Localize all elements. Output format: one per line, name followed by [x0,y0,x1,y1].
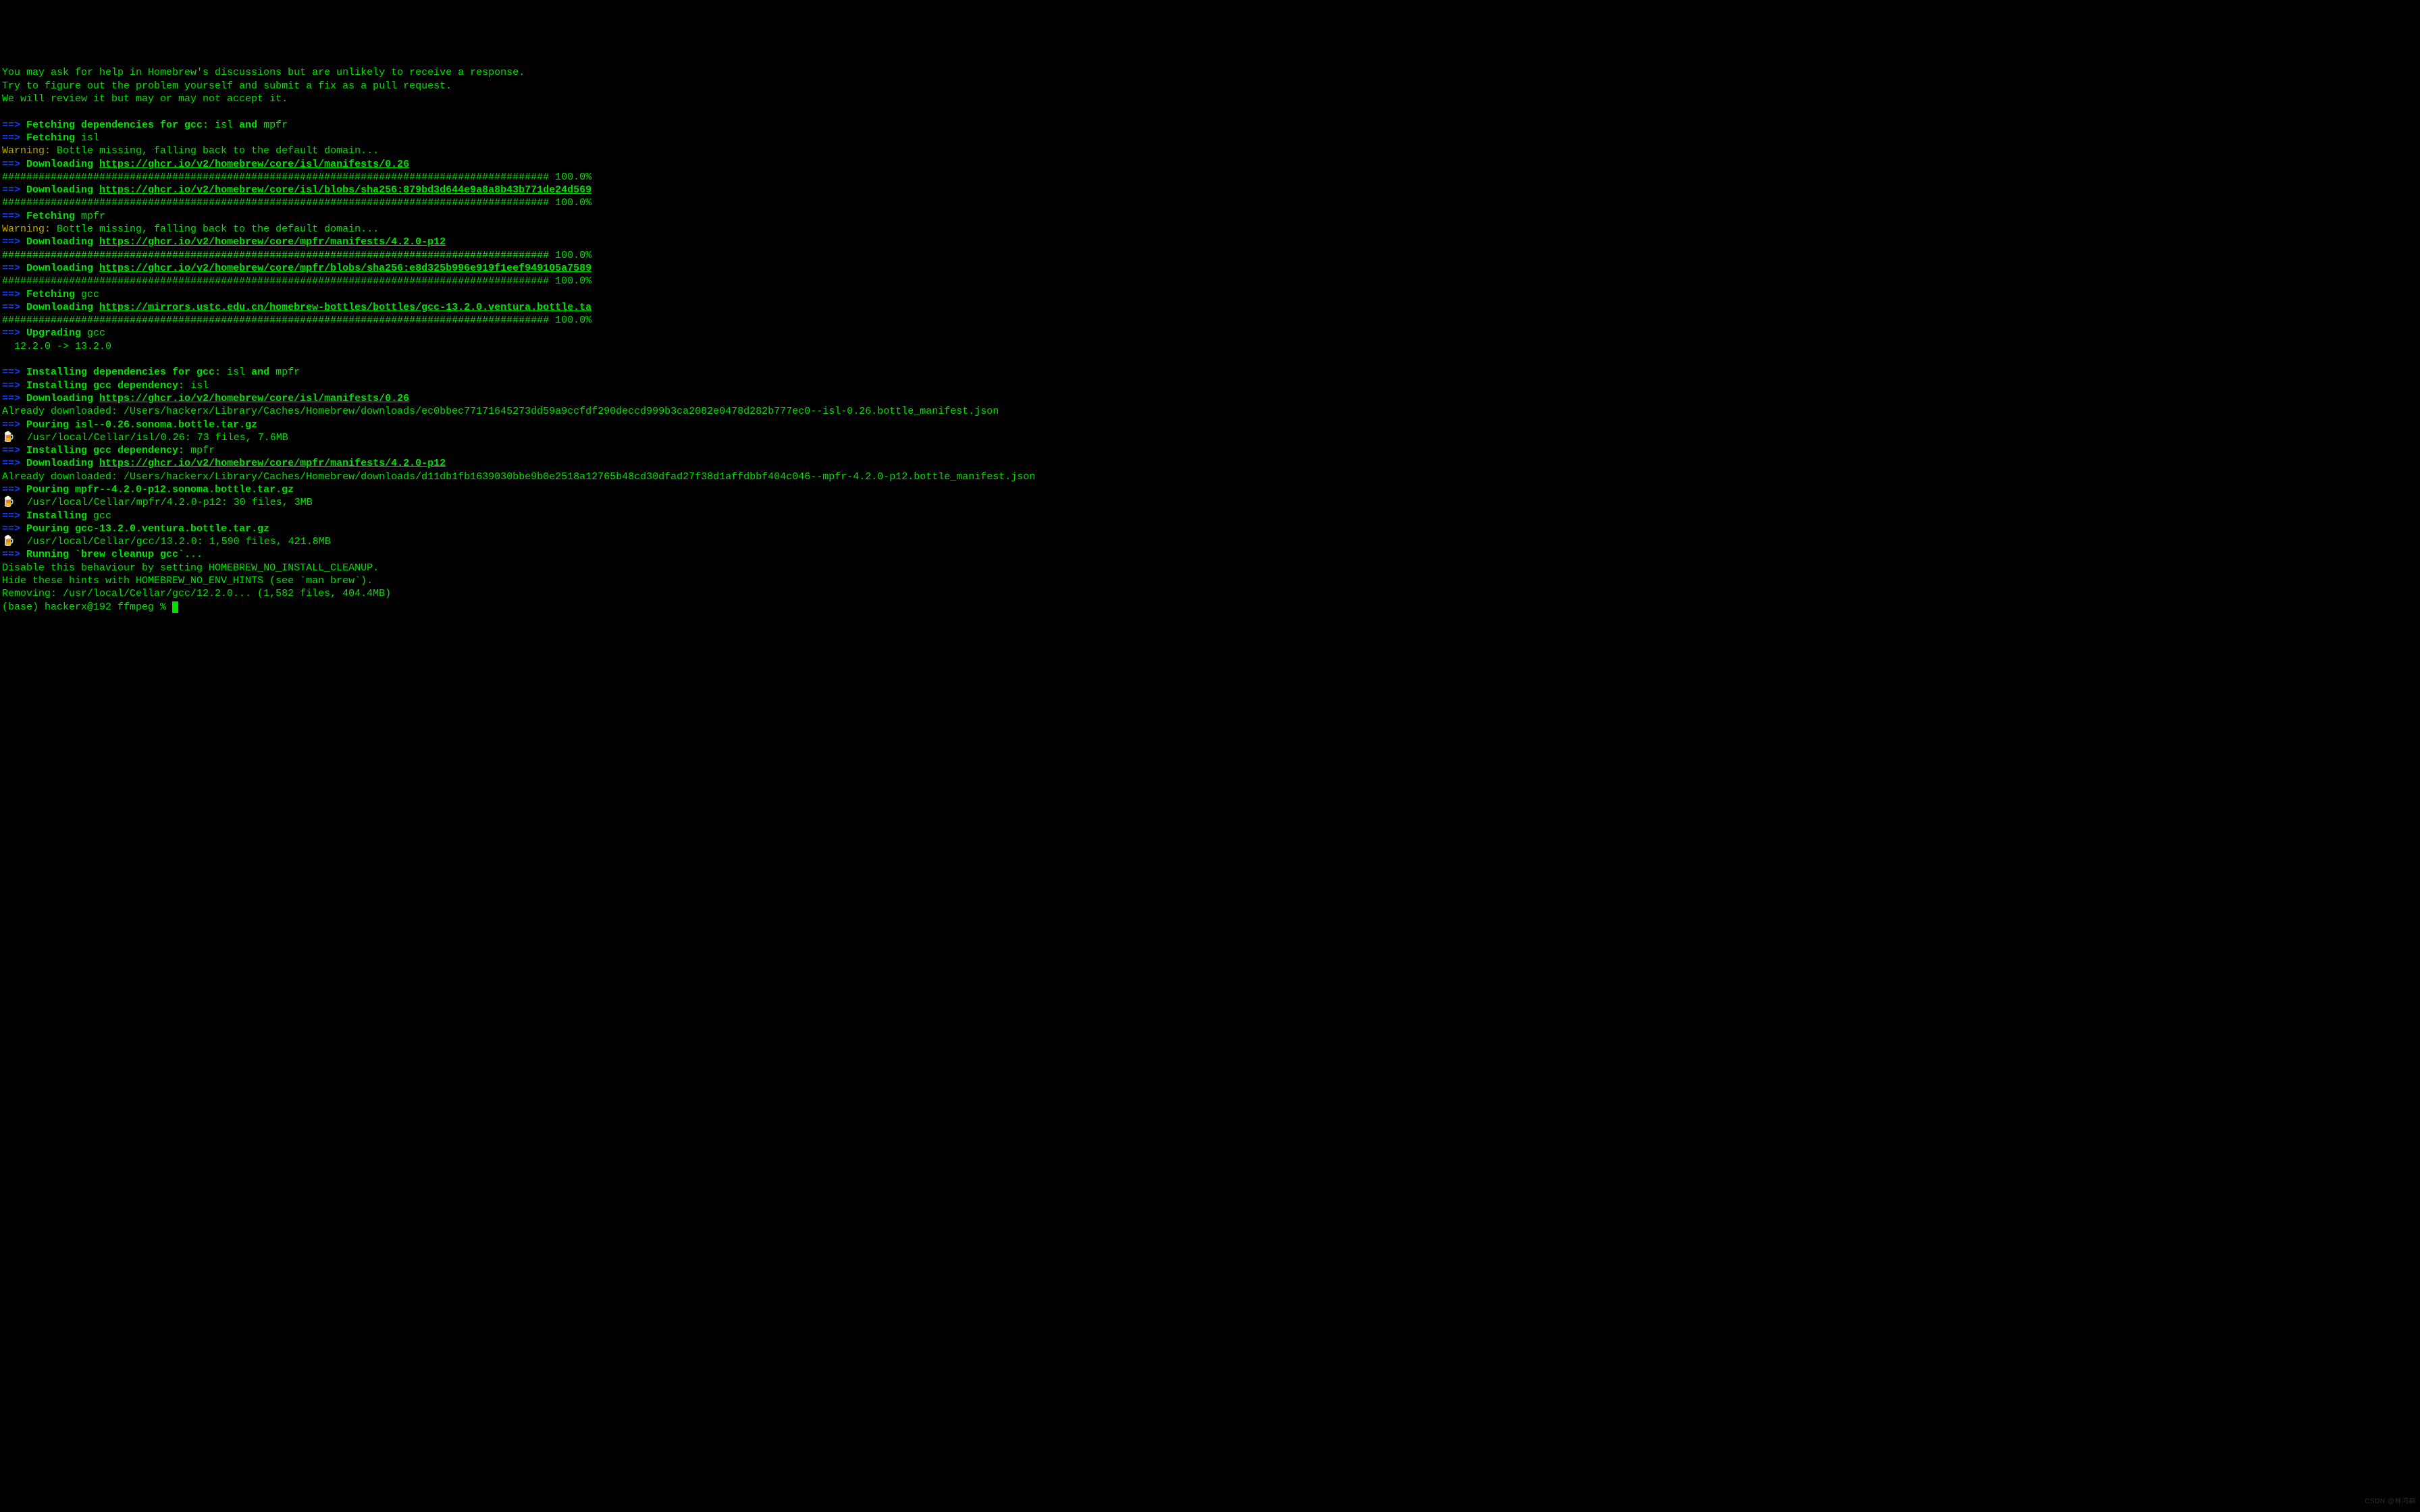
arrow-marker: ==> [2,484,26,495]
beer-icon: 🍺 [2,497,15,508]
arrow-marker: ==> [2,523,26,535]
cellar-info: /usr/local/Cellar/mpfr/4.2.0-p12: 30 fil… [15,497,313,508]
terminal-line: Try to figure out the problem yourself a… [2,80,452,92]
arrow-marker: ==> [2,211,26,222]
terminal-line: Disable this behaviour by setting HOMEBR… [2,562,379,574]
download-url: https://ghcr.io/v2/homebrew/core/isl/blo… [99,184,591,196]
arrow-marker: ==> [2,419,26,431]
dep-name-gcc: gcc [87,327,105,339]
dep-name-mpfr: mpfr [190,445,215,456]
watermark: CSDN @林鸿群 [2365,1495,2416,1508]
bottle-filename: mpfr--4.2.0-p12.sonoma.bottle.tar.gz [75,484,294,495]
terminal-line: Upgrading [26,327,87,339]
download-url: https://mirrors.ustc.edu.cn/homebrew-bot… [99,302,591,313]
terminal-line: Already downloaded: /Users/hackerx/Libra… [2,406,999,417]
dep-name-isl: isl [81,132,99,144]
arrow-marker: ==> [2,327,26,339]
progress-bar: ########################################… [2,197,591,209]
terminal-line: Downloading [26,159,99,170]
download-url: https://ghcr.io/v2/homebrew/core/mpfr/bl… [99,263,591,274]
terminal-line: Downloading [26,393,99,404]
arrow-marker: ==> [2,263,26,274]
cellar-info: /usr/local/Cellar/gcc/13.2.0: 1,590 file… [15,536,331,547]
terminal-line: Installing gcc dependency: [26,380,190,392]
terminal-line: Downloading [26,236,99,248]
terminal-line: Fetching [26,211,81,222]
progress-bar: ########################################… [2,275,591,287]
arrow-marker: ==> [2,236,26,248]
terminal-output[interactable]: You may ask for help in Homebrew's discu… [0,65,2420,614]
dep-name-isl: isl [190,380,209,392]
dep-name-isl: isl [227,367,245,378]
progress-bar: ########################################… [2,315,591,326]
terminal-line: We will review it but may or may not acc… [2,93,288,105]
terminal-line: Fetching [26,132,81,144]
arrow-marker: ==> [2,510,26,522]
progress-bar: ########################################… [2,250,591,261]
terminal-line: Pouring [26,484,75,495]
arrow-marker: ==> [2,289,26,300]
dep-name-mpfr: mpfr [275,367,300,378]
dep-name-isl: isl [215,119,233,131]
arrow-marker: ==> [2,302,26,313]
version-change: 12.2.0 -> 13.2.0 [2,341,111,352]
terminal-line: Installing gcc dependency: [26,445,190,456]
dep-name-gcc: gcc [81,289,99,300]
terminal-line: Downloading [26,302,99,313]
terminal-line: Hide these hints with HOMEBREW_NO_ENV_HI… [2,575,373,587]
terminal-line: Removing: /usr/local/Cellar/gcc/12.2.0..… [2,588,391,599]
dep-name-mpfr: mpfr [81,211,105,222]
dep-name-mpfr: mpfr [263,119,288,131]
arrow-marker: ==> [2,159,26,170]
terminal-line: Fetching dependencies for gcc: [26,119,215,131]
arrow-marker: ==> [2,458,26,469]
download-url: https://ghcr.io/v2/homebrew/core/isl/man… [99,393,409,404]
warning-label: Warning: [2,145,51,157]
dep-name-gcc: gcc [93,510,111,522]
terminal-line: Already downloaded: /Users/hackerx/Libra… [2,471,1035,483]
download-url: https://ghcr.io/v2/homebrew/core/isl/man… [99,159,409,170]
terminal-line: Pouring [26,523,75,535]
terminal-line: Bottle missing, falling back to the defa… [51,145,379,157]
arrow-marker: ==> [2,184,26,196]
terminal-line: Pouring [26,419,75,431]
terminal-text: and [233,119,263,131]
beer-icon: 🍺 [2,536,15,547]
arrow-marker: ==> [2,549,26,560]
terminal-line: Bottle missing, falling back to the defa… [51,223,379,235]
terminal-line: Downloading [26,458,99,469]
arrow-marker: ==> [2,380,26,392]
cursor-block[interactable] [172,601,178,613]
download-url: https://ghcr.io/v2/homebrew/core/mpfr/ma… [99,458,446,469]
beer-icon: 🍺 [2,432,15,443]
arrow-marker: ==> [2,132,26,144]
terminal-text: and [245,367,275,378]
terminal-line: Installing [26,510,93,522]
arrow-marker: ==> [2,119,26,131]
download-url: https://ghcr.io/v2/homebrew/core/mpfr/ma… [99,236,446,248]
shell-prompt: (base) hackerx@192 ffmpeg % [2,601,172,613]
terminal-line: Downloading [26,263,99,274]
bottle-filename: isl--0.26.sonoma.bottle.tar.gz [75,419,257,431]
terminal-line: You may ask for help in Homebrew's discu… [2,67,525,78]
terminal-line: Fetching [26,289,81,300]
warning-label: Warning: [2,223,51,235]
bottle-filename: gcc-13.2.0.ventura.bottle.tar.gz [75,523,269,535]
terminal-line: Downloading [26,184,99,196]
progress-bar: ########################################… [2,171,591,183]
terminal-line: Running `brew cleanup gcc`... [26,549,203,560]
arrow-marker: ==> [2,445,26,456]
arrow-marker: ==> [2,367,26,378]
cellar-info: /usr/local/Cellar/isl/0.26: 73 files, 7.… [15,432,288,443]
arrow-marker: ==> [2,393,26,404]
terminal-line: Installing dependencies for gcc: [26,367,227,378]
